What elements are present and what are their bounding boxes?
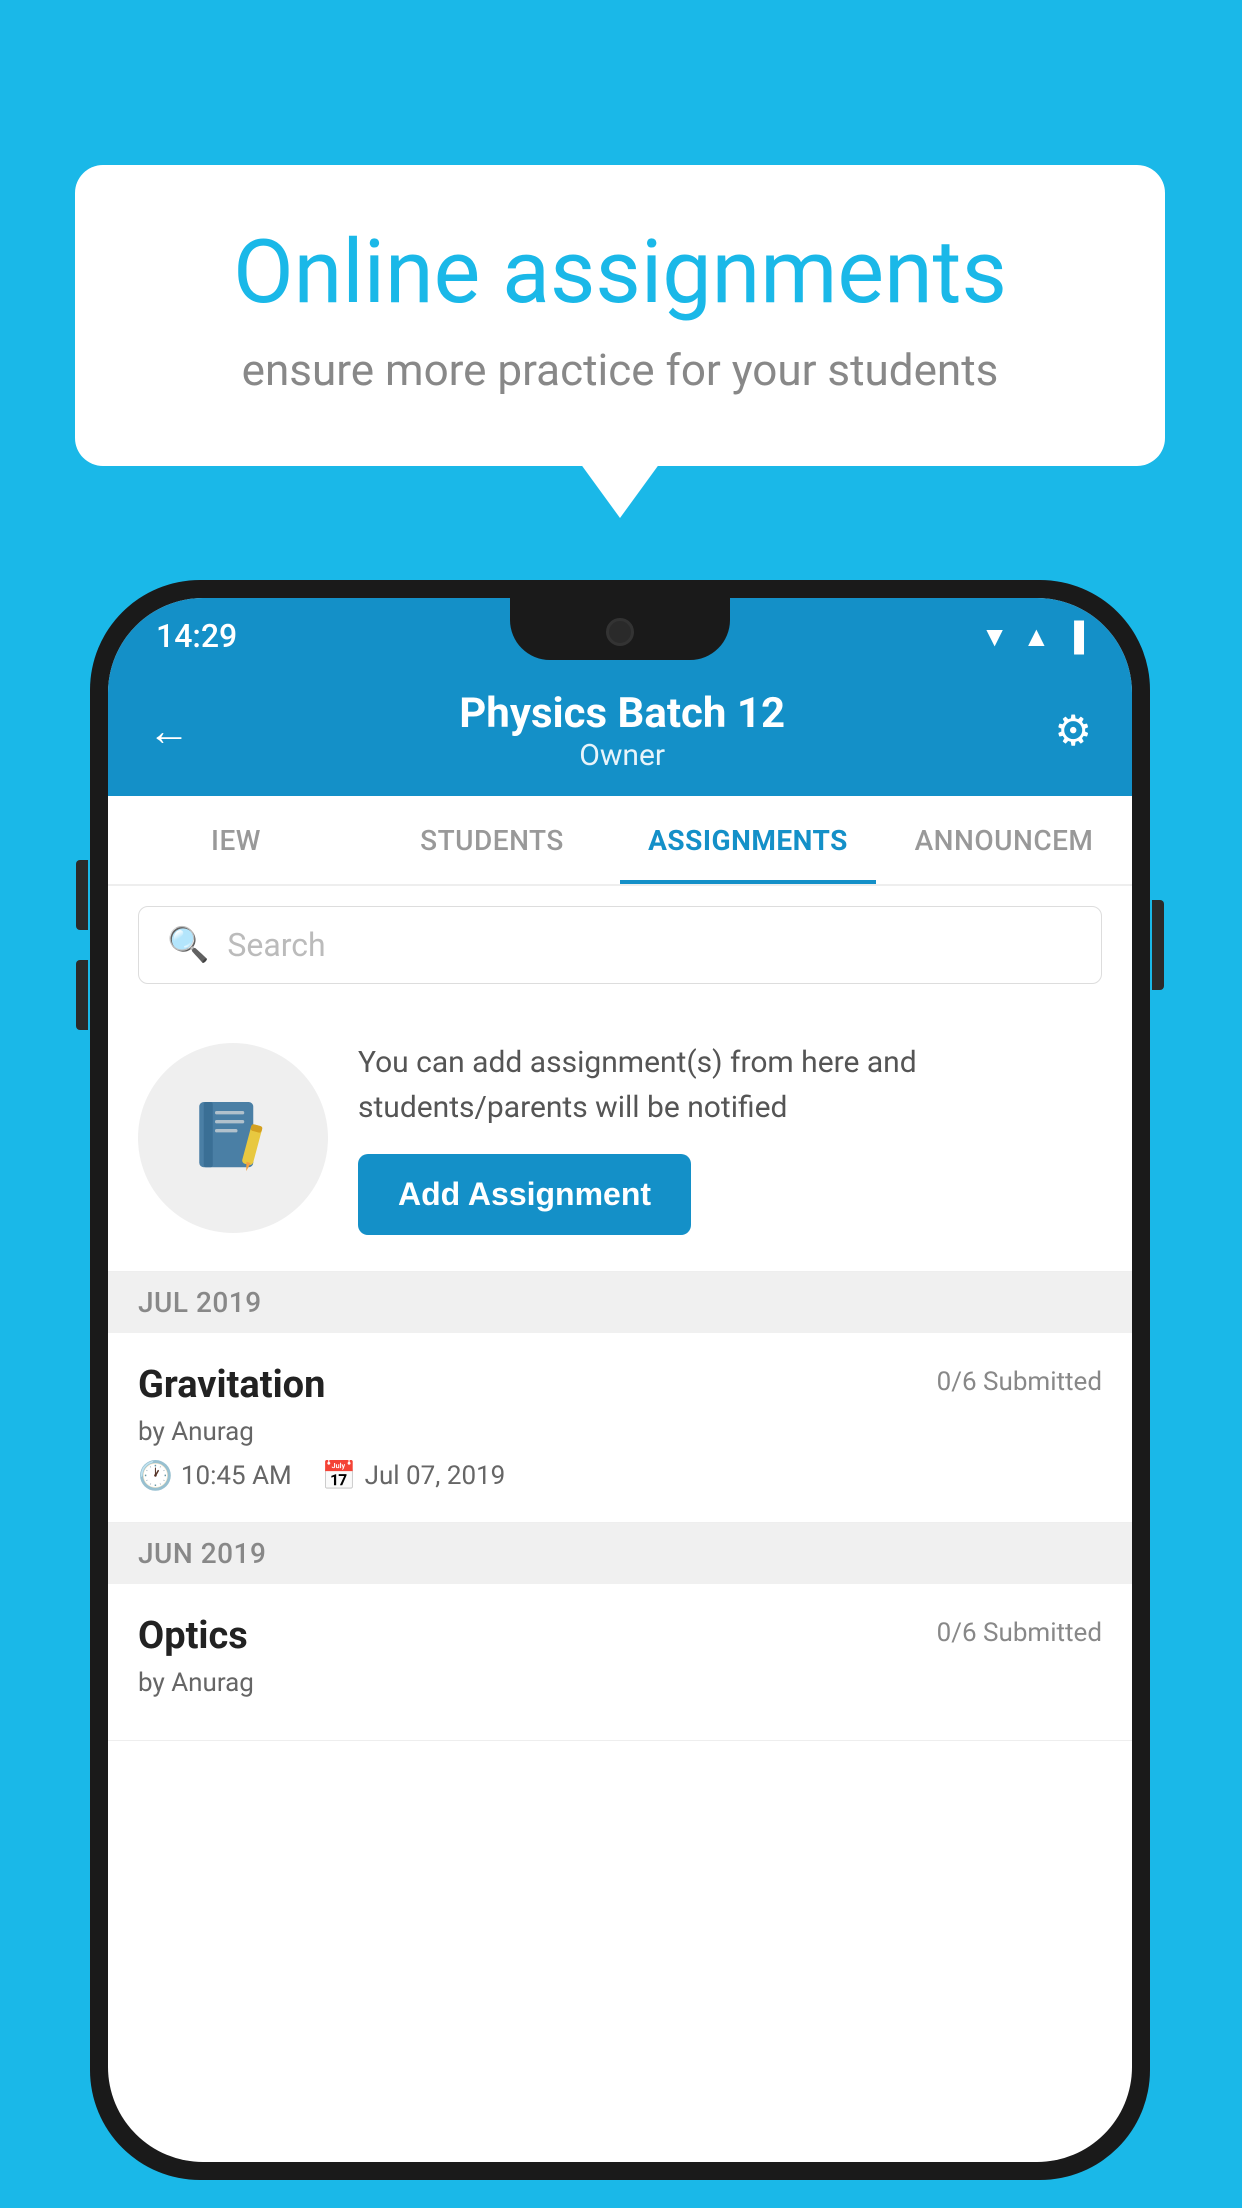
- phone-outer: 14:29 ▼ ▲ ▐ ← Physics Batch 12 Owner ⚙: [90, 580, 1150, 2180]
- meta-time: 🕐 10:45 AM: [138, 1459, 292, 1492]
- bubble-title: Online assignments: [155, 225, 1085, 322]
- app-header: ← Physics Batch 12 Owner ⚙: [108, 666, 1132, 796]
- back-button[interactable]: ←: [148, 707, 190, 756]
- promo-section: You can add assignment(s) from here and …: [108, 1004, 1132, 1272]
- phone-screen: 14:29 ▼ ▲ ▐ ← Physics Batch 12 Owner ⚙: [108, 598, 1132, 2162]
- settings-icon[interactable]: ⚙: [1054, 706, 1092, 756]
- tab-assignments[interactable]: ASSIGNMENTS: [620, 796, 876, 884]
- promo-icon-circle: [138, 1043, 328, 1233]
- promo-text: You can add assignment(s) from here and …: [358, 1040, 1102, 1130]
- assignment-header: Gravitation 0/6 Submitted: [138, 1363, 1102, 1407]
- assignment-submitted: 0/6 Submitted: [937, 1367, 1102, 1397]
- search-container: 🔍 Search: [108, 886, 1132, 1004]
- signal-icon: ▲: [1022, 620, 1050, 653]
- speech-bubble: Online assignments ensure more practice …: [75, 165, 1165, 466]
- meta-date: 📅 Jul 07, 2019: [322, 1459, 506, 1492]
- add-assignment-button[interactable]: Add Assignment: [358, 1154, 691, 1235]
- phone-mockup: 14:29 ▼ ▲ ▐ ← Physics Batch 12 Owner ⚙: [90, 580, 1150, 2180]
- header-center: Physics Batch 12 Owner: [459, 689, 785, 773]
- phone-notch: [510, 598, 730, 660]
- notebook-icon: [188, 1093, 278, 1183]
- header-title: Physics Batch 12: [459, 689, 785, 738]
- tab-announcements[interactable]: ANNOUNCEM: [876, 796, 1132, 884]
- search-icon: 🔍: [167, 925, 209, 965]
- month-divider-jun: JUN 2019: [108, 1523, 1132, 1584]
- bubble-subtitle: ensure more practice for your students: [155, 344, 1085, 396]
- vol-up-button: [76, 860, 88, 930]
- assignment-item-optics[interactable]: Optics 0/6 Submitted by Anurag: [108, 1584, 1132, 1741]
- vol-down-button: [76, 960, 88, 1030]
- phone-camera: [606, 618, 634, 646]
- assignment-header-optics: Optics 0/6 Submitted: [138, 1614, 1102, 1658]
- battery-icon: ▐: [1064, 620, 1084, 653]
- clock-icon: 🕐: [138, 1459, 173, 1492]
- wifi-icon: ▼: [981, 620, 1009, 653]
- assignment-title-optics: Optics: [138, 1614, 248, 1658]
- tabs-bar: IEW STUDENTS ASSIGNMENTS ANNOUNCEM: [108, 796, 1132, 886]
- status-icons: ▼ ▲ ▐: [981, 620, 1084, 653]
- assignment-item-gravitation[interactable]: Gravitation 0/6 Submitted by Anurag 🕐 10…: [108, 1333, 1132, 1523]
- assignment-submitted-optics: 0/6 Submitted: [937, 1618, 1102, 1648]
- tab-students[interactable]: STUDENTS: [364, 796, 620, 884]
- promo-content: You can add assignment(s) from here and …: [358, 1040, 1102, 1235]
- tab-iew[interactable]: IEW: [108, 796, 364, 884]
- status-time: 14:29: [156, 617, 237, 655]
- power-button: [1152, 900, 1164, 990]
- header-subtitle: Owner: [459, 738, 785, 773]
- assignment-author-optics: by Anurag: [138, 1668, 1102, 1698]
- calendar-icon: 📅: [322, 1459, 357, 1492]
- search-input[interactable]: Search: [227, 926, 325, 964]
- assignment-title: Gravitation: [138, 1363, 325, 1407]
- month-divider-jul: JUL 2019: [108, 1272, 1132, 1333]
- search-bar[interactable]: 🔍 Search: [138, 906, 1102, 984]
- assignment-author: by Anurag: [138, 1417, 1102, 1447]
- assignment-meta: 🕐 10:45 AM 📅 Jul 07, 2019: [138, 1459, 1102, 1492]
